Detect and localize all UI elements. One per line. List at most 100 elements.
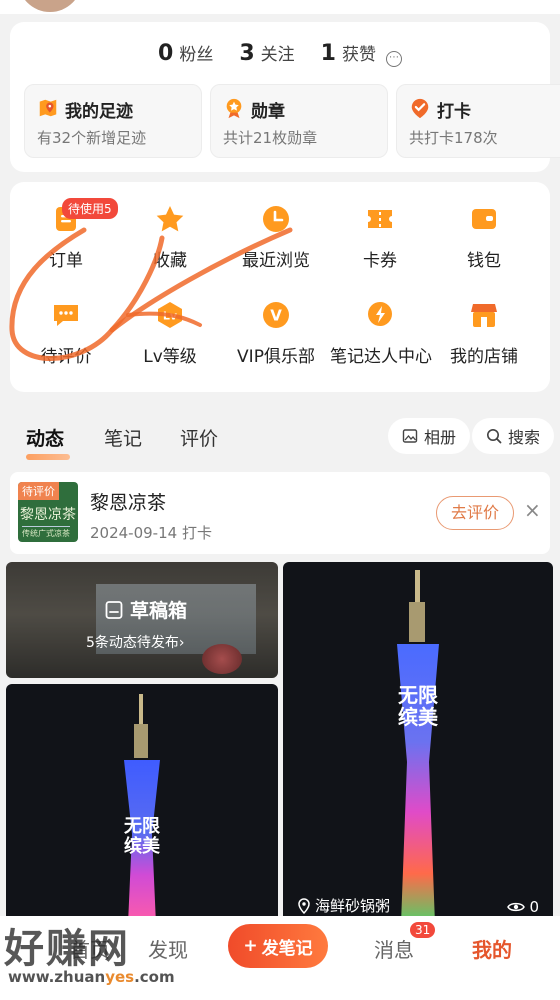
- top-strip: [0, 0, 560, 14]
- check-in-icon: [411, 98, 429, 119]
- search-icon: [487, 429, 502, 444]
- drafts-subtitle-text: 5条动态待发布: [86, 635, 179, 651]
- post-note-label: 发笔记: [261, 938, 313, 959]
- tile-footprint[interactable]: 我的足迹 有32个新增足迹: [24, 84, 202, 158]
- tower-screen-text: 无限缤美: [124, 816, 161, 857]
- grid-item-pending-review[interactable]: 待评价: [16, 300, 116, 367]
- grid-label-shop: 我的店铺: [450, 347, 518, 367]
- clock-icon: [263, 206, 289, 232]
- grid-item-wallet[interactable]: 钱包: [434, 204, 534, 271]
- stat-fans-count: 0: [158, 41, 174, 66]
- orders-badge: 待使用5: [62, 198, 118, 219]
- tile-checkin-title: 打卡: [437, 102, 471, 122]
- more-icon[interactable]: ⋯: [385, 51, 402, 67]
- function-grid-card: 订单 待使用5 收藏 最近浏览 卡券 钱包 待评价 Lv Lv等级 V VIP俱…: [10, 182, 550, 392]
- write-review-button[interactable]: 去评价: [436, 496, 514, 530]
- grid-item-shop[interactable]: 我的店铺: [434, 300, 534, 367]
- bottom-nav: 首页 发现 + 发笔记 消息 31 我的: [0, 916, 560, 1000]
- drafts-subtitle: 5条动态待发布›: [86, 632, 185, 652]
- stat-likes-label: 获赞: [341, 45, 376, 65]
- tab-activity[interactable]: 动态: [26, 424, 64, 451]
- post-card-tower-left[interactable]: 无限缤美: [6, 684, 278, 924]
- tab-reviews[interactable]: 评价: [180, 424, 218, 451]
- post-note-button[interactable]: + 发笔记: [228, 924, 328, 968]
- tile-footprint-sub: 有32个新增足迹: [37, 129, 147, 147]
- grid-label-recent: 最近浏览: [242, 251, 310, 271]
- nav-messages[interactable]: 消息: [374, 934, 414, 963]
- grid-label-vip: VIP俱乐部: [237, 347, 315, 367]
- thumb-shop-text: 黎恩凉茶: [20, 507, 76, 523]
- drafts-title: 草稿箱: [104, 596, 187, 623]
- plus-icon: +: [243, 936, 258, 956]
- drafts-title-text: 草稿箱: [130, 600, 188, 622]
- tower-photo: 无限缤美: [397, 570, 439, 924]
- tile-medals-title: 勋章: [251, 102, 285, 122]
- nav-mine[interactable]: 我的: [472, 934, 512, 963]
- tiles-row: 我的足迹 有32个新增足迹 勋章 共计21枚勋章 打卡 共打卡178次: [24, 84, 560, 158]
- eye-icon: [507, 902, 526, 912]
- coupon-icon: [368, 210, 392, 228]
- grid-label-creator: 笔记达人中心: [330, 347, 432, 367]
- stat-following[interactable]: 3 关注: [239, 40, 294, 66]
- post-card-tower-right[interactable]: 无限缤美 海鲜砂锅粥 0: [283, 562, 553, 924]
- thumb-sub-text: 传统广式凉茶: [22, 526, 70, 539]
- album-button[interactable]: 相册: [388, 418, 471, 454]
- location-pin-icon: [298, 897, 310, 914]
- grid-item-recent[interactable]: 最近浏览: [226, 204, 326, 271]
- close-icon[interactable]: ×: [524, 498, 541, 522]
- grid-label-wallet: 钱包: [467, 251, 501, 271]
- nav-discover[interactable]: 发现: [148, 934, 188, 963]
- shop-name[interactable]: 黎恩凉茶: [90, 488, 166, 515]
- stat-fans[interactable]: 0 粉丝: [158, 40, 213, 66]
- messages-badge: 31: [410, 922, 436, 938]
- post-location: 海鲜砂锅粥: [297, 895, 390, 916]
- profile-stats-card: 0 粉丝 3 关注 1 获赞 ⋯ 我的足迹 有32个新增足迹 勋章 共计21枚勋…: [10, 22, 560, 172]
- tower-screen-text: 无限缤美: [398, 683, 439, 729]
- tab-active-indicator: [26, 454, 70, 460]
- search-button[interactable]: 搜索: [472, 418, 555, 454]
- tab-notes[interactable]: 笔记: [104, 424, 142, 451]
- drafts-card[interactable]: 草稿箱 5条动态待发布›: [6, 562, 278, 678]
- tile-checkin[interactable]: 打卡 共打卡178次: [396, 84, 560, 158]
- svg-text:V: V: [270, 307, 282, 325]
- medal-icon: [226, 98, 242, 119]
- grid-item-coupons[interactable]: 卡券: [330, 204, 430, 271]
- chevron-right-icon: ›: [178, 635, 185, 651]
- stats-row: 0 粉丝 3 关注 1 获赞 ⋯: [10, 40, 550, 67]
- map-pin-icon: [39, 99, 57, 117]
- pending-review-card[interactable]: 待评价 黎恩凉茶 传统广式凉茶 黎恩凉茶 2024-09-14 打卡 去评价 ×: [10, 472, 550, 554]
- review-icon: [54, 305, 78, 326]
- creator-icon: [368, 302, 392, 326]
- stat-following-label: 关注: [260, 45, 295, 65]
- stat-likes[interactable]: 1 获赞 ⋯: [321, 40, 402, 67]
- grid-label-coupons: 卡券: [363, 251, 397, 271]
- tower-photo: 无限缤美: [124, 694, 161, 924]
- checkin-action: 打卡: [181, 524, 212, 542]
- star-icon: [156, 206, 184, 232]
- grid-item-vip[interactable]: V VIP俱乐部: [226, 300, 326, 367]
- grid-item-creator[interactable]: 笔记达人中心: [330, 300, 432, 367]
- stat-following-count: 3: [239, 41, 255, 66]
- post-views-count: 0: [529, 898, 539, 916]
- image-icon: [402, 429, 418, 443]
- level-icon: Lv: [158, 302, 182, 328]
- grid-label-pending-review: 待评价: [40, 347, 92, 367]
- grid-item-level[interactable]: Lv Lv等级: [120, 300, 220, 367]
- draft-box-icon: [105, 600, 123, 619]
- grid-label-favorites: 收藏: [153, 251, 187, 271]
- tile-footprint-title: 我的足迹: [65, 102, 133, 122]
- grid-label-level: Lv等级: [143, 347, 197, 367]
- checkin-date: 2024-09-14: [90, 524, 178, 542]
- search-label: 搜索: [508, 428, 541, 447]
- album-label: 相册: [424, 428, 457, 447]
- tile-checkin-sub: 共打卡178次: [409, 129, 498, 147]
- grid-item-favorites[interactable]: 收藏: [120, 204, 220, 271]
- shop-thumbnail: 待评价 黎恩凉茶 传统广式凉茶: [18, 482, 78, 542]
- tile-medals[interactable]: 勋章 共计21枚勋章: [210, 84, 388, 158]
- stat-likes-count: 1: [320, 41, 336, 66]
- grid-label-orders: 订单: [49, 251, 83, 271]
- nav-home[interactable]: 首页: [70, 934, 110, 963]
- checkin-meta: 2024-09-14 打卡: [90, 522, 212, 543]
- tile-medals-sub: 共计21枚勋章: [223, 129, 318, 147]
- wallet-icon: [472, 209, 496, 229]
